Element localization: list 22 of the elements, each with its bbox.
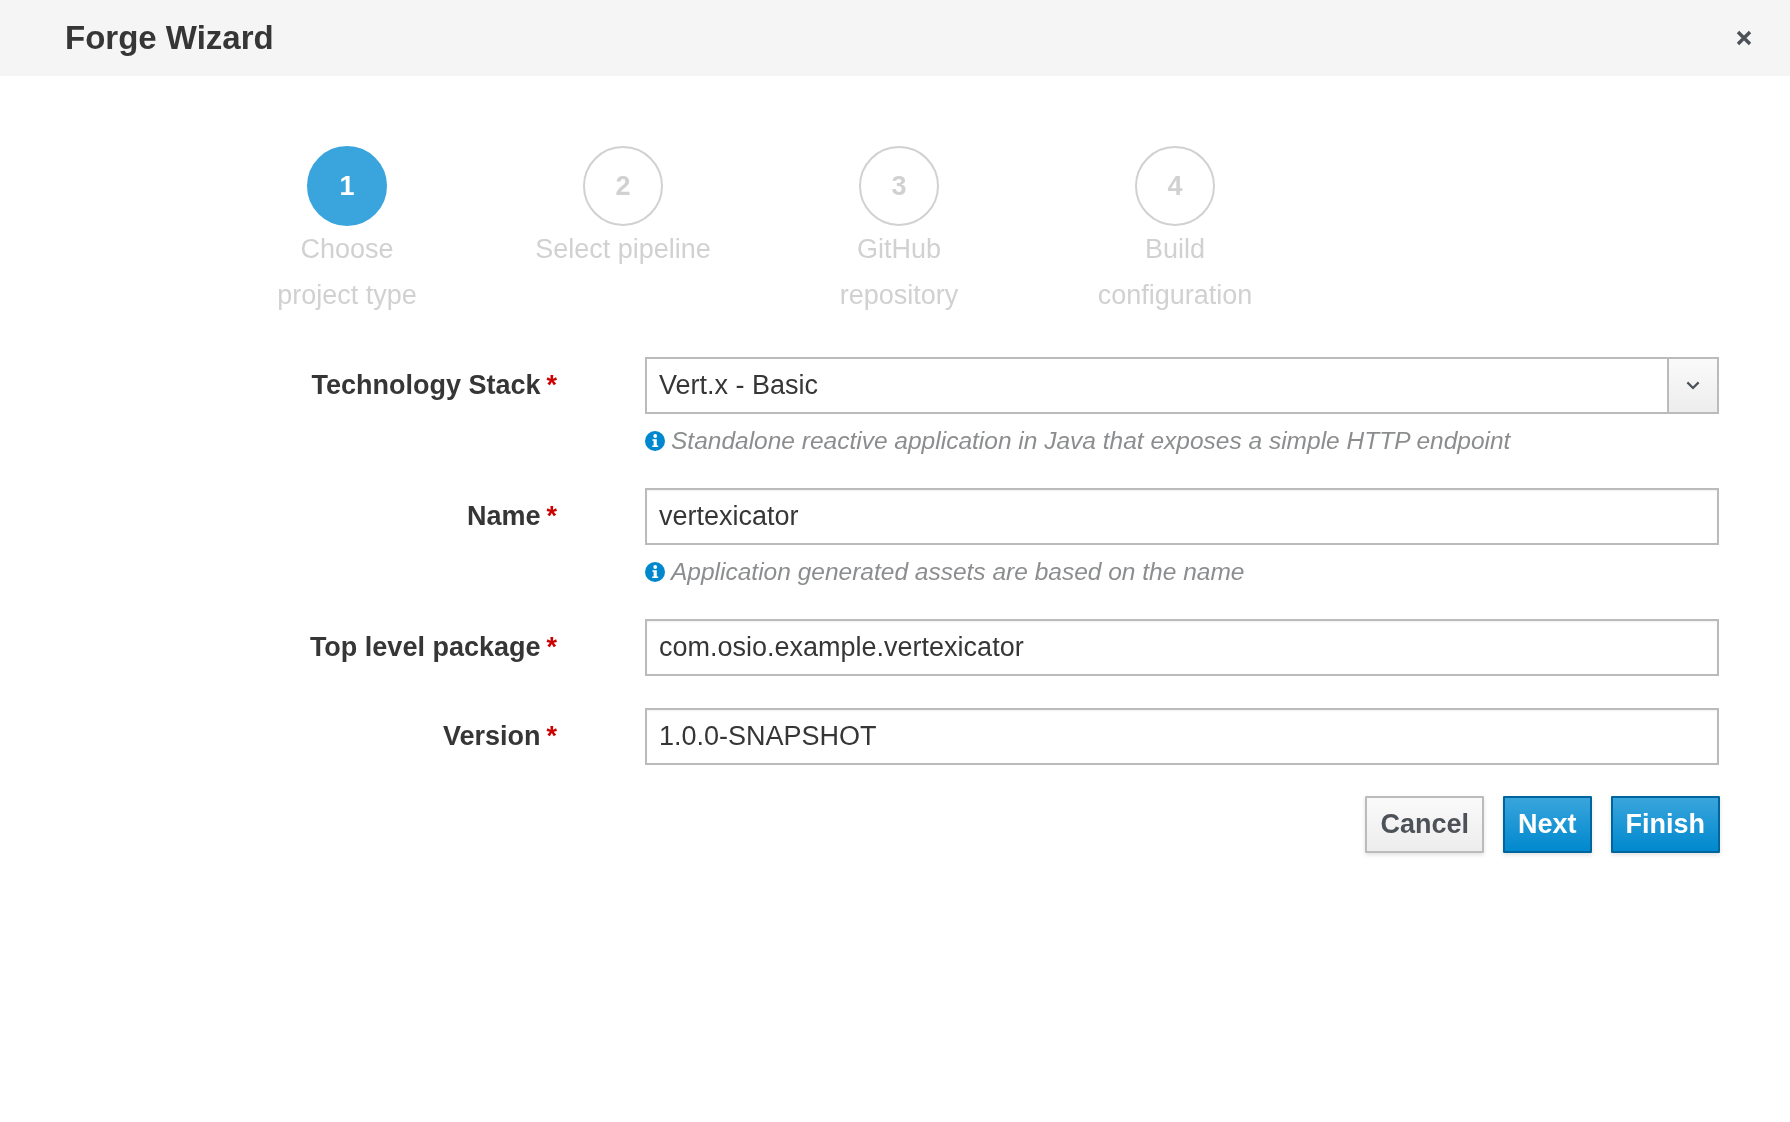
step-circle: 1 [307, 146, 387, 226]
required-asterisk: * [546, 721, 557, 752]
input-field[interactable]: com.osio.example.vertexicator [645, 619, 1719, 676]
input-field[interactable]: 1.0.0-SNAPSHOT [645, 708, 1719, 765]
input-field[interactable]: vertexicator [645, 488, 1719, 545]
select-field[interactable]: Vert.x - Basic [645, 357, 1719, 414]
caret-icon [1686, 381, 1700, 390]
required-asterisk: * [546, 501, 557, 532]
info-icon [645, 431, 665, 451]
required-asterisk: * [546, 632, 557, 663]
field-label: Technology Stack [311, 370, 541, 401]
field-label: Name [466, 501, 541, 532]
field-label: Top level package [309, 632, 541, 663]
help-text: Standalone reactive application in Java that exposes a simple HTTP endpoint [671, 427, 1511, 455]
field-label: Version [442, 721, 541, 752]
required-asterisk: * [546, 370, 557, 401]
window-title: Forge Wizard [65, 18, 274, 58]
dropdown-toggle[interactable] [1667, 359, 1717, 412]
secondary-button[interactable]: Cancel [1365, 796, 1484, 853]
info-icon [645, 562, 665, 582]
close-icon[interactable] [1736, 30, 1752, 46]
help-text: Application generated assets are based on the name [671, 558, 1245, 586]
